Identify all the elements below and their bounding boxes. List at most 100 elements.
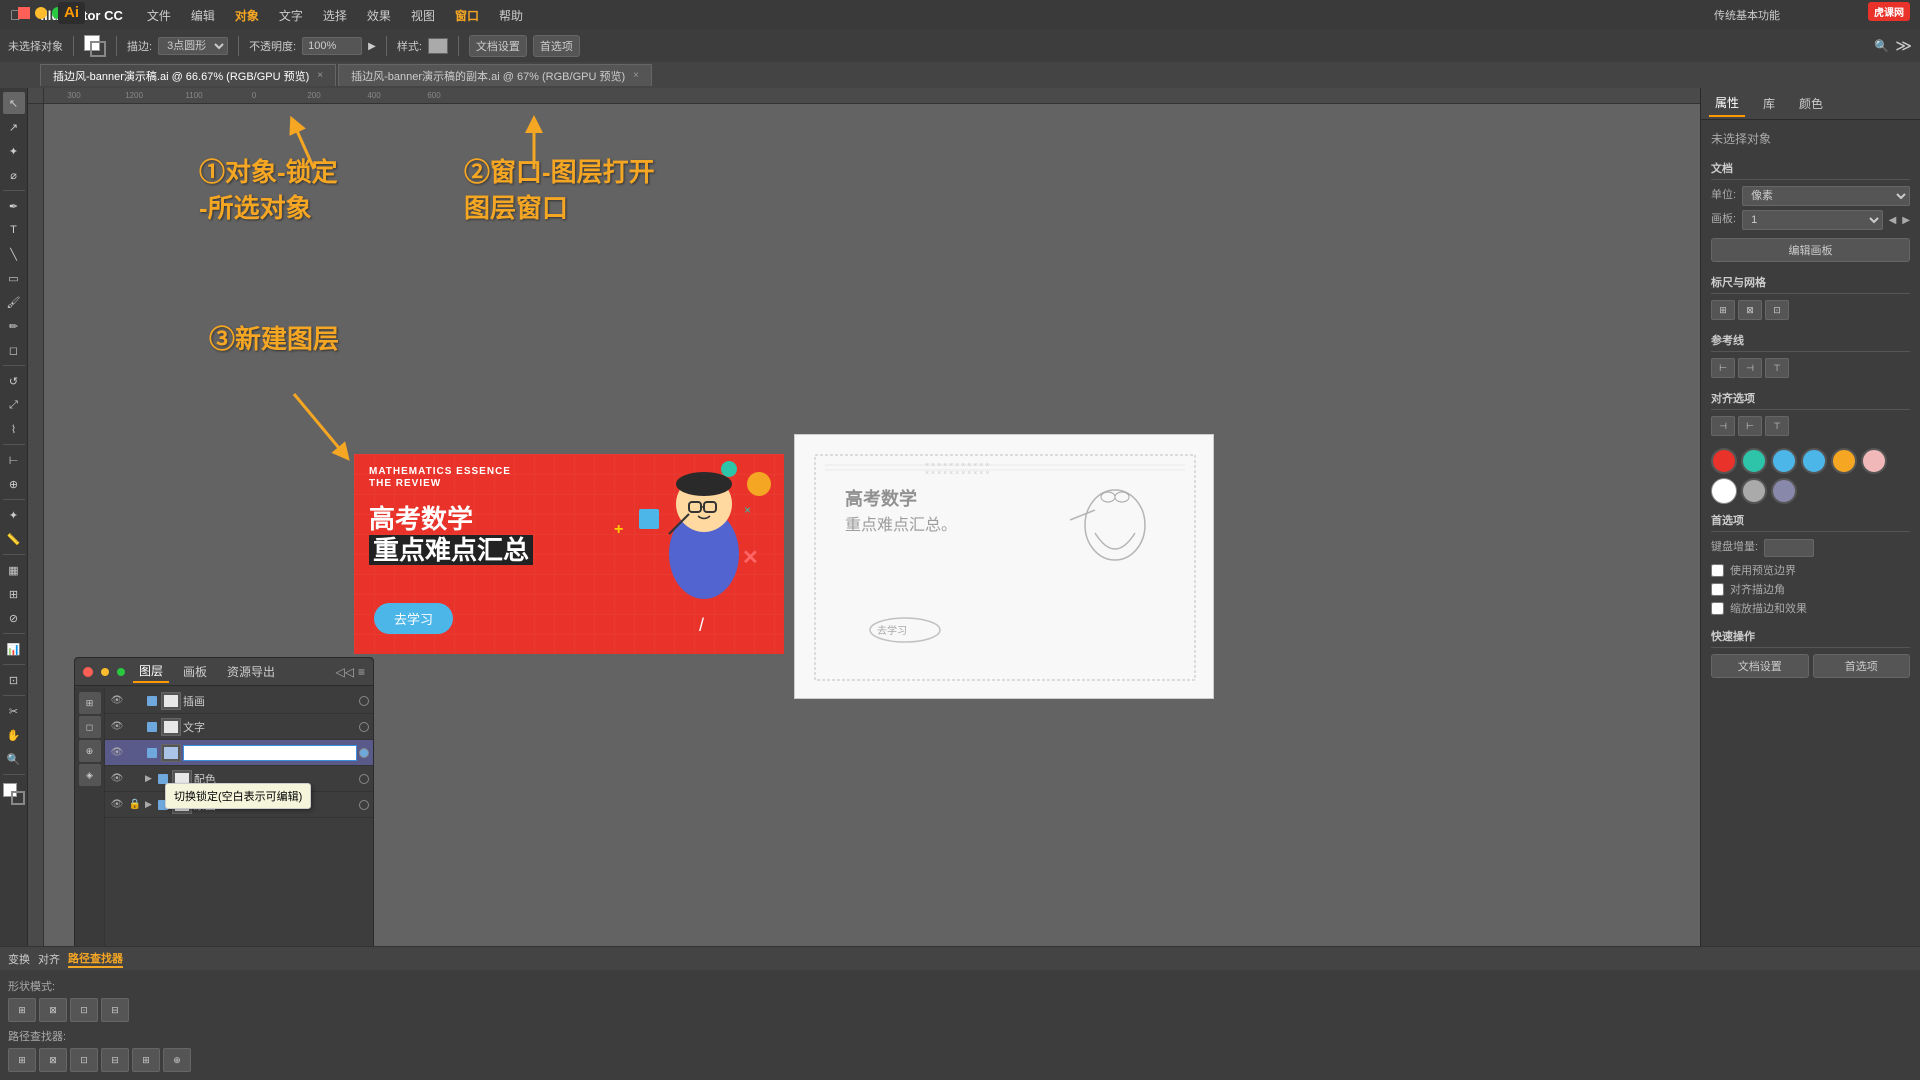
swatch-pink[interactable] bbox=[1861, 448, 1887, 474]
tab-1[interactable]: 插边风-banner演示稿.ai @ 66.67% (RGB/GPU 预览) × bbox=[40, 64, 336, 86]
shape-mode-2[interactable]: ⊠ bbox=[39, 998, 67, 1022]
artboard-nav-next[interactable]: ▶ bbox=[1902, 215, 1910, 226]
artboard-select[interactable]: 1 bbox=[1742, 210, 1883, 230]
pf-op-5[interactable]: ⊞ bbox=[132, 1048, 160, 1072]
preview-bounds-check[interactable] bbox=[1711, 564, 1724, 577]
menu-effects[interactable]: 效果 bbox=[359, 5, 399, 26]
tool-pencil[interactable]: ✏ bbox=[3, 315, 25, 337]
shape-mode-3[interactable]: ⊡ bbox=[70, 998, 98, 1022]
quick-prefs-btn[interactable]: 首选项 bbox=[1813, 654, 1911, 678]
artboards-tab[interactable]: 画板 bbox=[177, 661, 213, 682]
layers-panel-maximize[interactable] bbox=[117, 668, 125, 676]
shape-mode-1[interactable]: ⊞ bbox=[8, 998, 36, 1022]
menu-window[interactable]: 窗口 bbox=[447, 5, 487, 26]
layers-collapse-icon[interactable]: ◁◁ bbox=[336, 665, 354, 679]
layer-icon-4[interactable]: ◈ bbox=[79, 764, 101, 786]
grid-btn[interactable]: ⊠ bbox=[1738, 300, 1762, 320]
color-tab[interactable]: 颜色 bbox=[1793, 91, 1829, 116]
layers-panel-minimize[interactable] bbox=[101, 668, 109, 676]
layer-eye-active[interactable]: 👁 bbox=[109, 745, 125, 761]
layer-eye-original[interactable]: 👁 bbox=[109, 797, 125, 813]
align-center-h[interactable]: ⊢ bbox=[1738, 416, 1762, 436]
align-corners-check[interactable] bbox=[1711, 583, 1724, 596]
assets-tab[interactable]: 资源导出 bbox=[221, 661, 281, 682]
tool-eyedropper[interactable]: ✦ bbox=[3, 504, 25, 526]
layer-name-edit-input[interactable] bbox=[183, 745, 357, 761]
layers-menu-icon[interactable]: ≡ bbox=[358, 665, 365, 679]
tab-2[interactable]: 插边风-banner演示稿的副本.ai @ 67% (RGB/GPU 预览) × bbox=[338, 64, 652, 86]
artboard-nav-prev[interactable]: ◀ bbox=[1889, 215, 1897, 226]
tool-eraser[interactable]: ◻ bbox=[3, 339, 25, 361]
swatch-gray[interactable] bbox=[1741, 478, 1767, 504]
prefs-btn[interactable]: 首选项 bbox=[533, 35, 580, 57]
tool-rotate[interactable]: ↺ bbox=[3, 370, 25, 392]
fill-stroke-selector[interactable] bbox=[3, 783, 25, 805]
layer-eye-illus[interactable]: 👁 bbox=[109, 693, 125, 709]
ref-align-1[interactable]: ⊢ bbox=[1711, 358, 1735, 378]
tool-width[interactable]: ⊢ bbox=[3, 449, 25, 471]
swatch-red[interactable] bbox=[1711, 448, 1737, 474]
tool-lasso[interactable]: ⌀ bbox=[3, 164, 25, 186]
shape-mode-4[interactable]: ⊟ bbox=[101, 998, 129, 1022]
layers-tab[interactable]: 图层 bbox=[133, 660, 169, 683]
tool-line[interactable]: ╲ bbox=[3, 243, 25, 265]
menu-help[interactable]: 帮助 bbox=[491, 5, 531, 26]
tab-2-close[interactable]: × bbox=[633, 70, 639, 81]
opacity-input[interactable] bbox=[302, 37, 362, 55]
quick-doc-settings-btn[interactable]: 文档设置 bbox=[1711, 654, 1809, 678]
align-right[interactable]: ⊤ bbox=[1765, 416, 1789, 436]
layer-expand-original[interactable]: ▶ bbox=[145, 799, 152, 810]
tool-measure[interactable]: 📏 bbox=[3, 528, 25, 550]
menu-select[interactable]: 选择 bbox=[315, 5, 355, 26]
fill-color[interactable] bbox=[84, 35, 106, 57]
layer-item-illus[interactable]: 👁 插画 bbox=[105, 688, 373, 714]
library-tab[interactable]: 库 bbox=[1757, 91, 1781, 116]
rulers-btn[interactable]: ⊞ bbox=[1711, 300, 1735, 320]
keyboard-incr-input[interactable]: 1 px bbox=[1764, 539, 1814, 557]
window-minimize[interactable] bbox=[35, 7, 47, 19]
doc-settings-btn[interactable]: 文档设置 bbox=[469, 35, 527, 57]
tool-graph[interactable]: 📊 bbox=[3, 638, 25, 660]
menu-view[interactable]: 视图 bbox=[403, 5, 443, 26]
tool-artboard[interactable]: ⊡ bbox=[3, 669, 25, 691]
layer-eye-text[interactable]: 👁 bbox=[109, 719, 125, 735]
pf-op-6[interactable]: ⊕ bbox=[163, 1048, 191, 1072]
layer-item-active[interactable]: 👁 bbox=[105, 740, 373, 766]
unit-select[interactable]: 像素 bbox=[1742, 186, 1910, 206]
pathfinder-tab[interactable]: 路径查找器 bbox=[68, 950, 123, 968]
align-left[interactable]: ⊣ bbox=[1711, 416, 1735, 436]
align-tab[interactable]: 对齐 bbox=[38, 951, 60, 967]
swatch-blue2[interactable] bbox=[1801, 448, 1827, 474]
tool-shape-builder[interactable]: ⊘ bbox=[3, 607, 25, 629]
style-swatch[interactable] bbox=[428, 38, 448, 54]
tab-1-close[interactable]: × bbox=[317, 70, 323, 81]
pf-op-2[interactable]: ⊠ bbox=[39, 1048, 67, 1072]
layer-item-text[interactable]: 👁 文字 bbox=[105, 714, 373, 740]
tool-zoom[interactable]: 🔍 bbox=[3, 748, 25, 770]
props-tab[interactable]: 属性 bbox=[1709, 90, 1745, 117]
swatch-white[interactable] bbox=[1711, 478, 1737, 504]
ref-align-2[interactable]: ⊣ bbox=[1738, 358, 1762, 378]
layer-icon-3[interactable]: ⊕ bbox=[79, 740, 101, 762]
tool-warp[interactable]: ⌇ bbox=[3, 418, 25, 440]
tool-magic-wand[interactable]: ✦ bbox=[3, 140, 25, 162]
tool-type[interactable]: T bbox=[3, 219, 25, 241]
tool-mesh[interactable]: ⊞ bbox=[3, 583, 25, 605]
menu-edit[interactable]: 编辑 bbox=[183, 5, 223, 26]
edit-artboard-btn[interactable]: 编辑画板 bbox=[1711, 238, 1910, 262]
ref-align-3[interactable]: ⊤ bbox=[1765, 358, 1789, 378]
tool-paint-brush[interactable]: 🖌 bbox=[3, 291, 25, 313]
pf-op-1[interactable]: ⊞ bbox=[8, 1048, 36, 1072]
tool-direct-select[interactable]: ↗ bbox=[3, 116, 25, 138]
banner-cta-btn[interactable]: 去学习 bbox=[374, 603, 453, 634]
layer-eye-colors[interactable]: 👁 bbox=[109, 771, 125, 787]
scale-strokes-check[interactable] bbox=[1711, 602, 1724, 615]
tool-blend[interactable]: ⊕ bbox=[3, 473, 25, 495]
menu-file[interactable]: 文件 bbox=[139, 5, 179, 26]
swatch-blue1[interactable] bbox=[1771, 448, 1797, 474]
swatch-purple[interactable] bbox=[1771, 478, 1797, 504]
pf-op-4[interactable]: ⊟ bbox=[101, 1048, 129, 1072]
layer-expand-colors[interactable]: ▶ bbox=[145, 773, 152, 784]
swatch-teal[interactable] bbox=[1741, 448, 1767, 474]
layer-icon-2[interactable]: ◻ bbox=[79, 716, 101, 738]
